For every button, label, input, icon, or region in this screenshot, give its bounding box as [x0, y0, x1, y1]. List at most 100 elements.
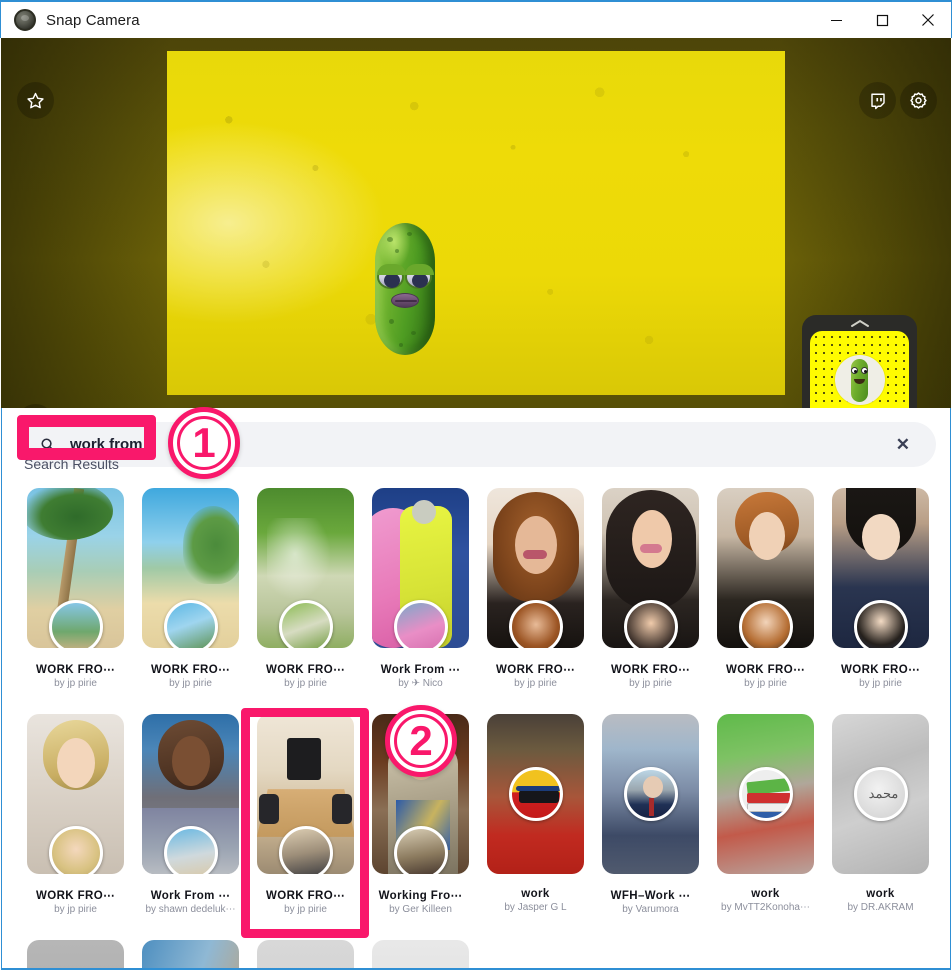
snapcode-lens-thumbnail — [835, 355, 885, 405]
lens-card[interactable]: WORK FRO⋯ by jp pirie — [248, 488, 363, 689]
lens-icon-bubble — [738, 767, 793, 821]
lens-thumbnail — [27, 940, 124, 968]
lens-card[interactable] — [823, 940, 938, 968]
settings-button[interactable] — [900, 82, 937, 119]
camera-preview-video — [167, 51, 785, 395]
favorites-button[interactable] — [17, 82, 54, 119]
lens-author: by ✈ Nico — [398, 678, 443, 689]
lens-name: WORK FRO⋯ — [36, 664, 115, 676]
lens-card[interactable]: WORK FRO⋯ by jp pirie — [133, 488, 248, 689]
pickle-mouth-icon — [391, 293, 419, 308]
lens-name: work — [751, 888, 780, 900]
lens-card[interactable]: WORK FRO⋯ by jp pirie — [18, 714, 133, 915]
star-icon — [26, 91, 45, 110]
lens-card[interactable]: work by Jasper G L — [478, 714, 593, 915]
snapcode-panel[interactable] — [802, 315, 917, 408]
lens-icon-bubble — [163, 600, 218, 648]
lens-icon-bubble — [393, 826, 448, 874]
lens-card[interactable]: محمد work by DR.AKRAM — [823, 714, 938, 915]
lens-icon-bubble — [278, 600, 333, 648]
lens-thumbnail — [257, 488, 354, 648]
annotation-marker-1: 1 — [168, 407, 240, 479]
lens-icon-bubble: محمد — [853, 767, 908, 821]
lens-card[interactable] — [708, 940, 823, 968]
lens-name: Working Fro⋯ — [378, 890, 463, 902]
lens-thumbnail — [602, 488, 699, 648]
lens-card[interactable]: WORK FRO⋯ by jp pirie — [708, 488, 823, 689]
annotation-highlight-lens-card — [241, 708, 369, 938]
lens-card[interactable] — [133, 940, 248, 968]
lens-thumbnail — [372, 488, 469, 648]
lens-thumbnail — [717, 488, 814, 648]
lens-author: by jp pirie — [54, 678, 97, 689]
maximize-button[interactable] — [859, 1, 905, 39]
lens-author: by jp pirie — [169, 678, 212, 689]
window-titlebar: Snap Camera — [0, 0, 952, 38]
lens-author: by Jasper G L — [504, 902, 567, 913]
snap-camera-logo-icon — [14, 9, 36, 31]
lens-thumbnail — [142, 940, 239, 968]
lens-name: WORK FRO⋯ — [36, 890, 115, 902]
chevron-up-icon[interactable] — [802, 318, 917, 330]
lens-name: WORK FRO⋯ — [841, 664, 920, 676]
lens-name: WORK FRO⋯ — [611, 664, 690, 676]
lens-author: by MvTT2Konoha⋯ — [721, 902, 810, 913]
lens-card[interactable]: Work From ⋯ by ✈ Nico — [363, 488, 478, 689]
window-controls — [813, 1, 951, 39]
annotation-marker-2-label: 2 — [409, 717, 433, 764]
lens-icon-bubble — [623, 600, 678, 648]
lens-thumbnail — [717, 714, 814, 874]
lens-name: work — [866, 888, 895, 900]
lens-author: by jp pirie — [859, 678, 902, 689]
lens-thumbnail — [602, 714, 699, 874]
lens-card[interactable]: WORK FRO⋯ by jp pirie — [823, 488, 938, 689]
lens-thumbnail — [832, 488, 929, 648]
lens-icon-bubble — [48, 600, 103, 648]
lens-card[interactable]: WORK FRO⋯ by jp pirie — [18, 488, 133, 689]
annotation-highlight-search — [17, 415, 156, 460]
twitch-button[interactable] — [859, 82, 896, 119]
lens-card[interactable] — [478, 940, 593, 968]
clear-search-button[interactable]: ✕ — [896, 436, 910, 453]
lens-author: by shawn dedeluk⋯ — [145, 904, 236, 915]
lens-author: by jp pirie — [744, 678, 787, 689]
lens-name: Work From ⋯ — [380, 664, 461, 676]
lens-author: by Varumora — [622, 904, 679, 915]
lens-card[interactable] — [18, 940, 133, 968]
lens-name: WFH–Work ⋯ — [610, 890, 691, 902]
camera-preview-stage — [1, 38, 951, 408]
lens-icon-bubble — [853, 600, 908, 648]
minimize-button[interactable] — [813, 1, 859, 39]
pickle-right-eye-icon — [405, 264, 434, 289]
lens-card[interactable] — [248, 940, 363, 968]
lens-thumbnail — [602, 940, 699, 968]
lens-card[interactable]: WFH–Work ⋯ by Varumora — [593, 714, 708, 915]
lens-icon-bubble — [163, 826, 218, 874]
lens-card[interactable]: WORK FRO⋯ by jp pirie — [593, 488, 708, 689]
twitch-icon — [869, 92, 887, 110]
lens-thumbnail — [487, 488, 584, 648]
lens-card[interactable] — [593, 940, 708, 968]
lens-thumbnail: محمد — [832, 714, 929, 874]
lens-card[interactable]: Work From ⋯ by shawn dedeluk⋯ — [133, 714, 248, 915]
lens-card[interactable]: WORK FRO⋯ by jp pirie — [478, 488, 593, 689]
lens-thumbnail — [717, 940, 814, 968]
lens-row: WORK FRO⋯ by jp pirie WORK FRO⋯ by jp pi… — [18, 488, 938, 689]
lens-card[interactable] — [363, 940, 478, 968]
lens-card[interactable]: work by MvTT2Konoha⋯ — [708, 714, 823, 915]
lens-author: by jp pirie — [54, 904, 97, 915]
lens-thumbnail — [487, 940, 584, 968]
close-button[interactable] — [905, 1, 951, 39]
lens-author: by jp pirie — [514, 678, 557, 689]
annotation-marker-1-label: 1 — [192, 419, 216, 466]
lens-thumbnail — [27, 488, 124, 648]
lens-name: WORK FRO⋯ — [726, 664, 805, 676]
lens-results-grid: WORK FRO⋯ by jp pirie WORK FRO⋯ by jp pi… — [18, 488, 938, 968]
lens-thumbnail — [487, 714, 584, 874]
lens-name: WORK FRO⋯ — [496, 664, 575, 676]
lens-icon-bubble — [48, 826, 103, 874]
lens-row — [18, 940, 938, 968]
lens-name: WORK FRO⋯ — [266, 664, 345, 676]
gear-icon — [909, 91, 928, 110]
lens-thumbnail — [372, 940, 469, 968]
